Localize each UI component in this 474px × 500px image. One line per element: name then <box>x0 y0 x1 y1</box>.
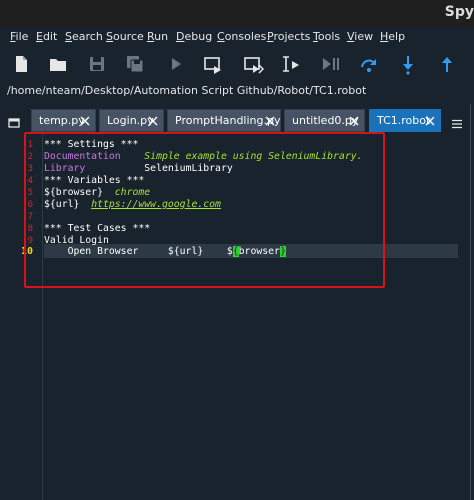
tab-tc1-robot[interactable]: TC1.robot <box>369 109 441 132</box>
run-selection-icon[interactable] <box>280 53 302 75</box>
new-file-icon[interactable] <box>10 53 32 75</box>
menu-run[interactable]: Run <box>147 30 168 43</box>
run-cell-advance-icon[interactable] <box>242 53 265 75</box>
menu-view[interactable]: View <box>347 30 373 43</box>
annotation-highlight-box <box>24 132 385 288</box>
tab-prompthandling-py[interactable]: PromptHandling.py <box>167 109 281 132</box>
tab-temp-py[interactable]: temp.py <box>31 109 96 132</box>
menu-source[interactable]: Source <box>106 30 144 43</box>
tab-label: temp.py <box>39 114 85 127</box>
browse-tabs-icon[interactable] <box>8 114 20 128</box>
open-folder-icon[interactable] <box>47 53 69 75</box>
menu-debug[interactable]: Debug <box>176 30 212 43</box>
tab-login-py[interactable]: Login.py <box>99 109 164 132</box>
close-icon[interactable] <box>147 113 159 127</box>
menu-search[interactable]: Search <box>65 30 103 43</box>
tab-untitled0-py[interactable]: untitled0.py <box>284 109 365 132</box>
menu-consoles[interactable]: Consoles <box>217 30 266 43</box>
menu-tools[interactable]: Tools <box>313 30 340 43</box>
menu-file[interactable]: File <box>10 30 28 43</box>
save-icon[interactable] <box>86 53 108 75</box>
step-into-icon[interactable] <box>397 53 419 75</box>
menu-help[interactable]: Help <box>380 30 405 43</box>
step-return-icon[interactable] <box>436 53 458 75</box>
save-all-icon[interactable] <box>124 53 146 75</box>
close-icon[interactable] <box>348 113 360 127</box>
menu-bar: File Edit Search Source Run Debug Consol… <box>0 27 474 47</box>
close-icon[interactable] <box>424 113 436 127</box>
debug-icon[interactable] <box>319 53 341 75</box>
run-cell-icon[interactable] <box>202 53 224 75</box>
close-icon[interactable] <box>79 113 91 127</box>
close-icon[interactable] <box>264 113 276 127</box>
menu-edit[interactable]: Edit <box>36 30 57 43</box>
run-icon[interactable] <box>165 53 187 75</box>
step-over-icon[interactable] <box>358 53 380 75</box>
menu-projects[interactable]: Projects <box>267 30 310 43</box>
panel-divider <box>470 104 471 500</box>
window-titlebar: Spy <box>0 0 474 27</box>
toolbar <box>0 47 474 81</box>
menu-icon[interactable] <box>452 114 462 129</box>
window-title: Spy <box>444 4 474 20</box>
editor-tab-bar: temp.py Login.py PromptHandling.py untit… <box>0 105 474 133</box>
file-path: /home/nteam/Desktop/Automation Script Gi… <box>7 84 367 97</box>
tab-label: TC1.robot <box>377 114 431 127</box>
path-bar[interactable]: /home/nteam/Desktop/Automation Script Gi… <box>0 81 474 102</box>
